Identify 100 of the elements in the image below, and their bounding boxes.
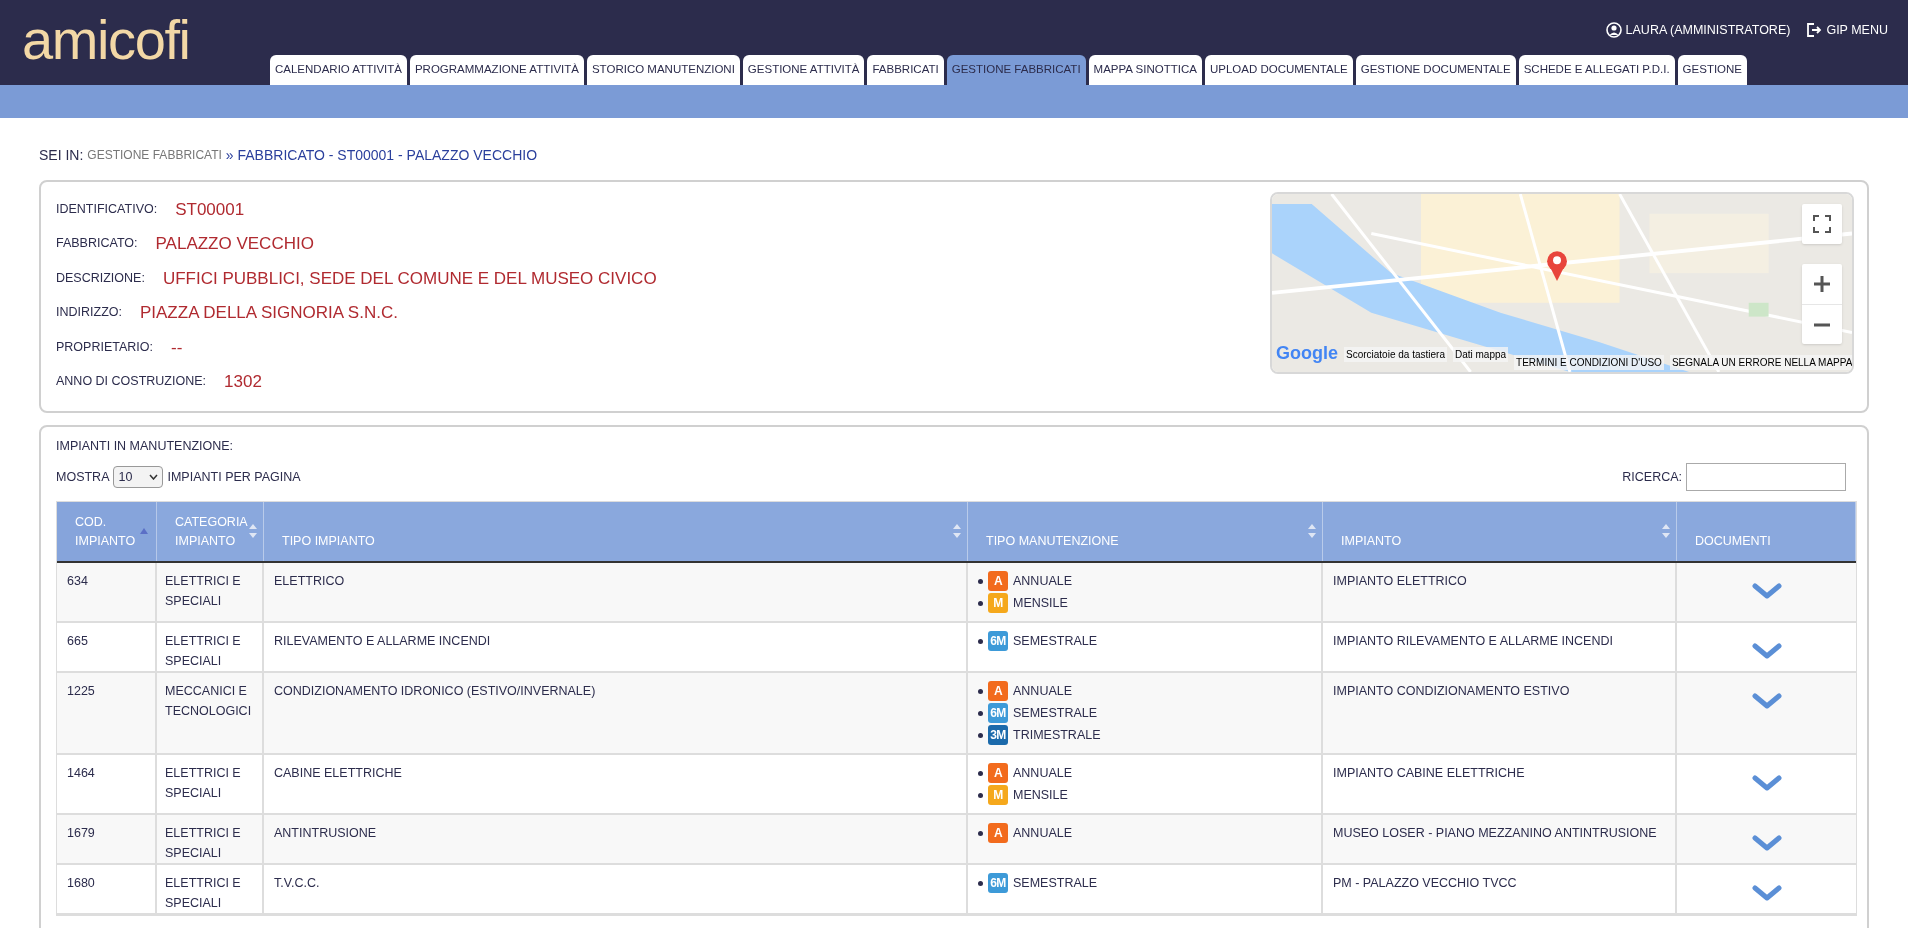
sort-icon — [953, 524, 961, 538]
field-value: PIAZZA DELLA SIGNORIA S.N.C. — [139, 302, 398, 324]
bullet-icon — [978, 880, 983, 886]
table-cell: PM - PALAZZO VECCHIO TVCC — [1333, 876, 1517, 890]
search-label: RICERCA: — [1622, 468, 1682, 486]
table-cell-text: ELETTRICI E SPECIALI — [165, 875, 242, 912]
table-cell: 1680 — [67, 876, 95, 890]
column-label: DOCUMENTI — [1695, 533, 1771, 550]
plus-icon — [1813, 275, 1831, 293]
menu-link[interactable]: GIP MENU — [1806, 21, 1888, 40]
bullet-icon — [978, 710, 983, 716]
breadcrumb-label: SEI IN: — [39, 145, 84, 165]
table-cell: ANTINTRUSIONE — [274, 826, 377, 840]
nav-tab[interactable]: CALENDARIO ATTIVITÀ — [270, 55, 407, 85]
map-link[interactable]: Scorciatoie da tastiera — [1344, 347, 1447, 362]
frequency-badge: A — [988, 823, 1008, 843]
frequency-label: ANNUALE — [1013, 825, 1073, 842]
frequency-badge: A — [988, 681, 1008, 701]
table-cell: IMPIANTO CABINE ELETTRICHE — [1333, 766, 1525, 780]
frequency-badge: 3M — [988, 725, 1008, 745]
table-cell: RILEVAMENTO E ALLARME INCENDI — [274, 634, 491, 648]
map-link[interactable]: TERMINI E CONDIZIONI D'USO — [1514, 355, 1664, 370]
map-link[interactable]: Dati mappa — [1452, 347, 1509, 362]
table-cell-text: ELETTRICI E SPECIALI — [165, 573, 242, 610]
table-cell: T.V.C.C. — [274, 876, 320, 890]
nav-tab[interactable]: STORICO MANUTENZIONI — [586, 55, 740, 85]
table-cell-text: ELETTRICI E SPECIALI — [165, 765, 242, 802]
frequency-label: SEMESTRALE — [1013, 705, 1098, 722]
nav-tab[interactable]: UPLOAD DOCUMENTALE — [1204, 55, 1353, 85]
field-value: PALAZZO VECCHIO — [155, 233, 314, 255]
frequency-badge: 6M — [988, 631, 1008, 651]
bullet-icon — [978, 770, 983, 776]
frequency-badge: 6M — [988, 873, 1008, 893]
table-cell: 1464 — [67, 766, 95, 780]
table-cell: IMPIANTO RILEVAMENTO E ALLARME INCENDI — [1333, 634, 1613, 648]
nav-tab[interactable]: MAPPA SINOTTICA — [1088, 55, 1202, 85]
nav-tab[interactable]: FABBRICATI — [867, 55, 944, 85]
expand-button[interactable] — [1751, 583, 1782, 599]
expand-button[interactable] — [1751, 693, 1782, 709]
sort-icon — [1662, 524, 1670, 538]
column-label: CATEGORIA IMPIANTO — [175, 514, 247, 550]
field-label: INDIRIZZO: — [56, 304, 122, 322]
nav-tab[interactable]: GESTIONE ATTIVITÀ — [742, 55, 865, 85]
frequency-label: MENSILE — [1013, 595, 1068, 612]
bullet-icon — [978, 830, 983, 836]
bullet-icon — [978, 792, 983, 798]
table-cell: CABINE ELETTRICHE — [274, 766, 402, 780]
chevron-down-icon — [1751, 643, 1782, 659]
field-value: ST00001 — [175, 198, 245, 221]
expand-button[interactable] — [1751, 885, 1782, 901]
frequency-badge: 6M — [988, 703, 1008, 723]
show-label: MOSTRA — [56, 468, 110, 486]
nav-tab[interactable]: SCHEDE E ALLEGATI P.D.I. — [1518, 55, 1675, 85]
fullscreen-icon — [1813, 215, 1831, 233]
field-label: ANNO DI COSTRUZIONE: — [56, 373, 206, 391]
frequency-label: TRIMESTRALE — [1013, 727, 1101, 744]
map-logo: Google — [1276, 344, 1338, 362]
table-cell-text: ELETTRICI E SPECIALI — [165, 633, 242, 670]
nav-tab[interactable]: PROGRAMMAZIONE ATTIVITÀ — [409, 55, 584, 85]
expand-button[interactable] — [1751, 775, 1782, 791]
column-label: IMPIANTO — [1341, 533, 1402, 550]
user-link[interactable]: LAURA (AMMINISTRATORE) — [1605, 21, 1791, 40]
frequency-label: ANNUALE — [1013, 573, 1073, 590]
bullet-icon — [978, 688, 983, 694]
expand-button[interactable] — [1751, 835, 1782, 851]
table-cell-text: ELETTRICI E SPECIALI — [165, 825, 242, 862]
nav-tab[interactable]: GESTIONE — [1677, 55, 1748, 85]
field-label: IDENTIFICATIVO: — [56, 200, 158, 218]
frequency-label: ANNUALE — [1013, 765, 1073, 782]
chevron-down-icon — [1751, 583, 1782, 599]
column-label: COD. IMPIANTO — [75, 514, 137, 550]
search-field[interactable] — [1686, 463, 1846, 491]
page-size-select[interactable]: 10 — [113, 466, 164, 488]
logo: amicofi — [21, 7, 191, 73]
column-label: TIPO MANUTENZIONE — [986, 533, 1119, 550]
table-cell: IMPIANTO CONDIZIONAMENTO ESTIVO — [1333, 684, 1570, 698]
expand-button[interactable] — [1751, 643, 1782, 659]
bullet-icon — [978, 578, 983, 584]
field-value: -- — [171, 336, 183, 359]
frequency-label: ANNUALE — [1013, 683, 1073, 700]
sort-ascending-icon — [140, 528, 148, 534]
breadcrumb-link[interactable]: GESTIONE FABBRICATI — [87, 146, 222, 164]
frequency-badge: M — [988, 593, 1008, 613]
field-label: FABBRICATO: — [56, 235, 138, 253]
nav-tab[interactable]: GESTIONE FABBRICATI — [946, 55, 1086, 85]
chevron-down-icon — [1751, 885, 1782, 901]
map-link[interactable]: SEGNALA UN ERRORE NELLA MAPPA — [1669, 355, 1852, 370]
frequency-badge: A — [988, 763, 1008, 783]
field-value: UFFICI PUBBLICI, SEDE DEL COMUNE E DEL MUSEO CIVICO — [162, 267, 657, 290]
section-title: IMPIANTI IN MANUTENZIONE: — [56, 438, 235, 455]
table-cell: IMPIANTO ELETTRICO — [1333, 574, 1467, 588]
frequency-label: SEMESTRALE — [1013, 875, 1098, 892]
bullet-icon — [978, 638, 983, 644]
fullscreen-button[interactable] — [1802, 204, 1842, 244]
frequency-badge: M — [988, 785, 1008, 805]
nav-tab[interactable]: GESTIONE DOCUMENTALE — [1355, 55, 1516, 85]
chevron-down-icon — [1751, 775, 1782, 791]
table-cell: CONDIZIONAMENTO IDRONICO (ESTIVO/INVERNALE) — [274, 684, 596, 698]
column-label: TIPO IMPIANTO — [282, 533, 375, 550]
field-value: 1302 — [224, 371, 262, 393]
